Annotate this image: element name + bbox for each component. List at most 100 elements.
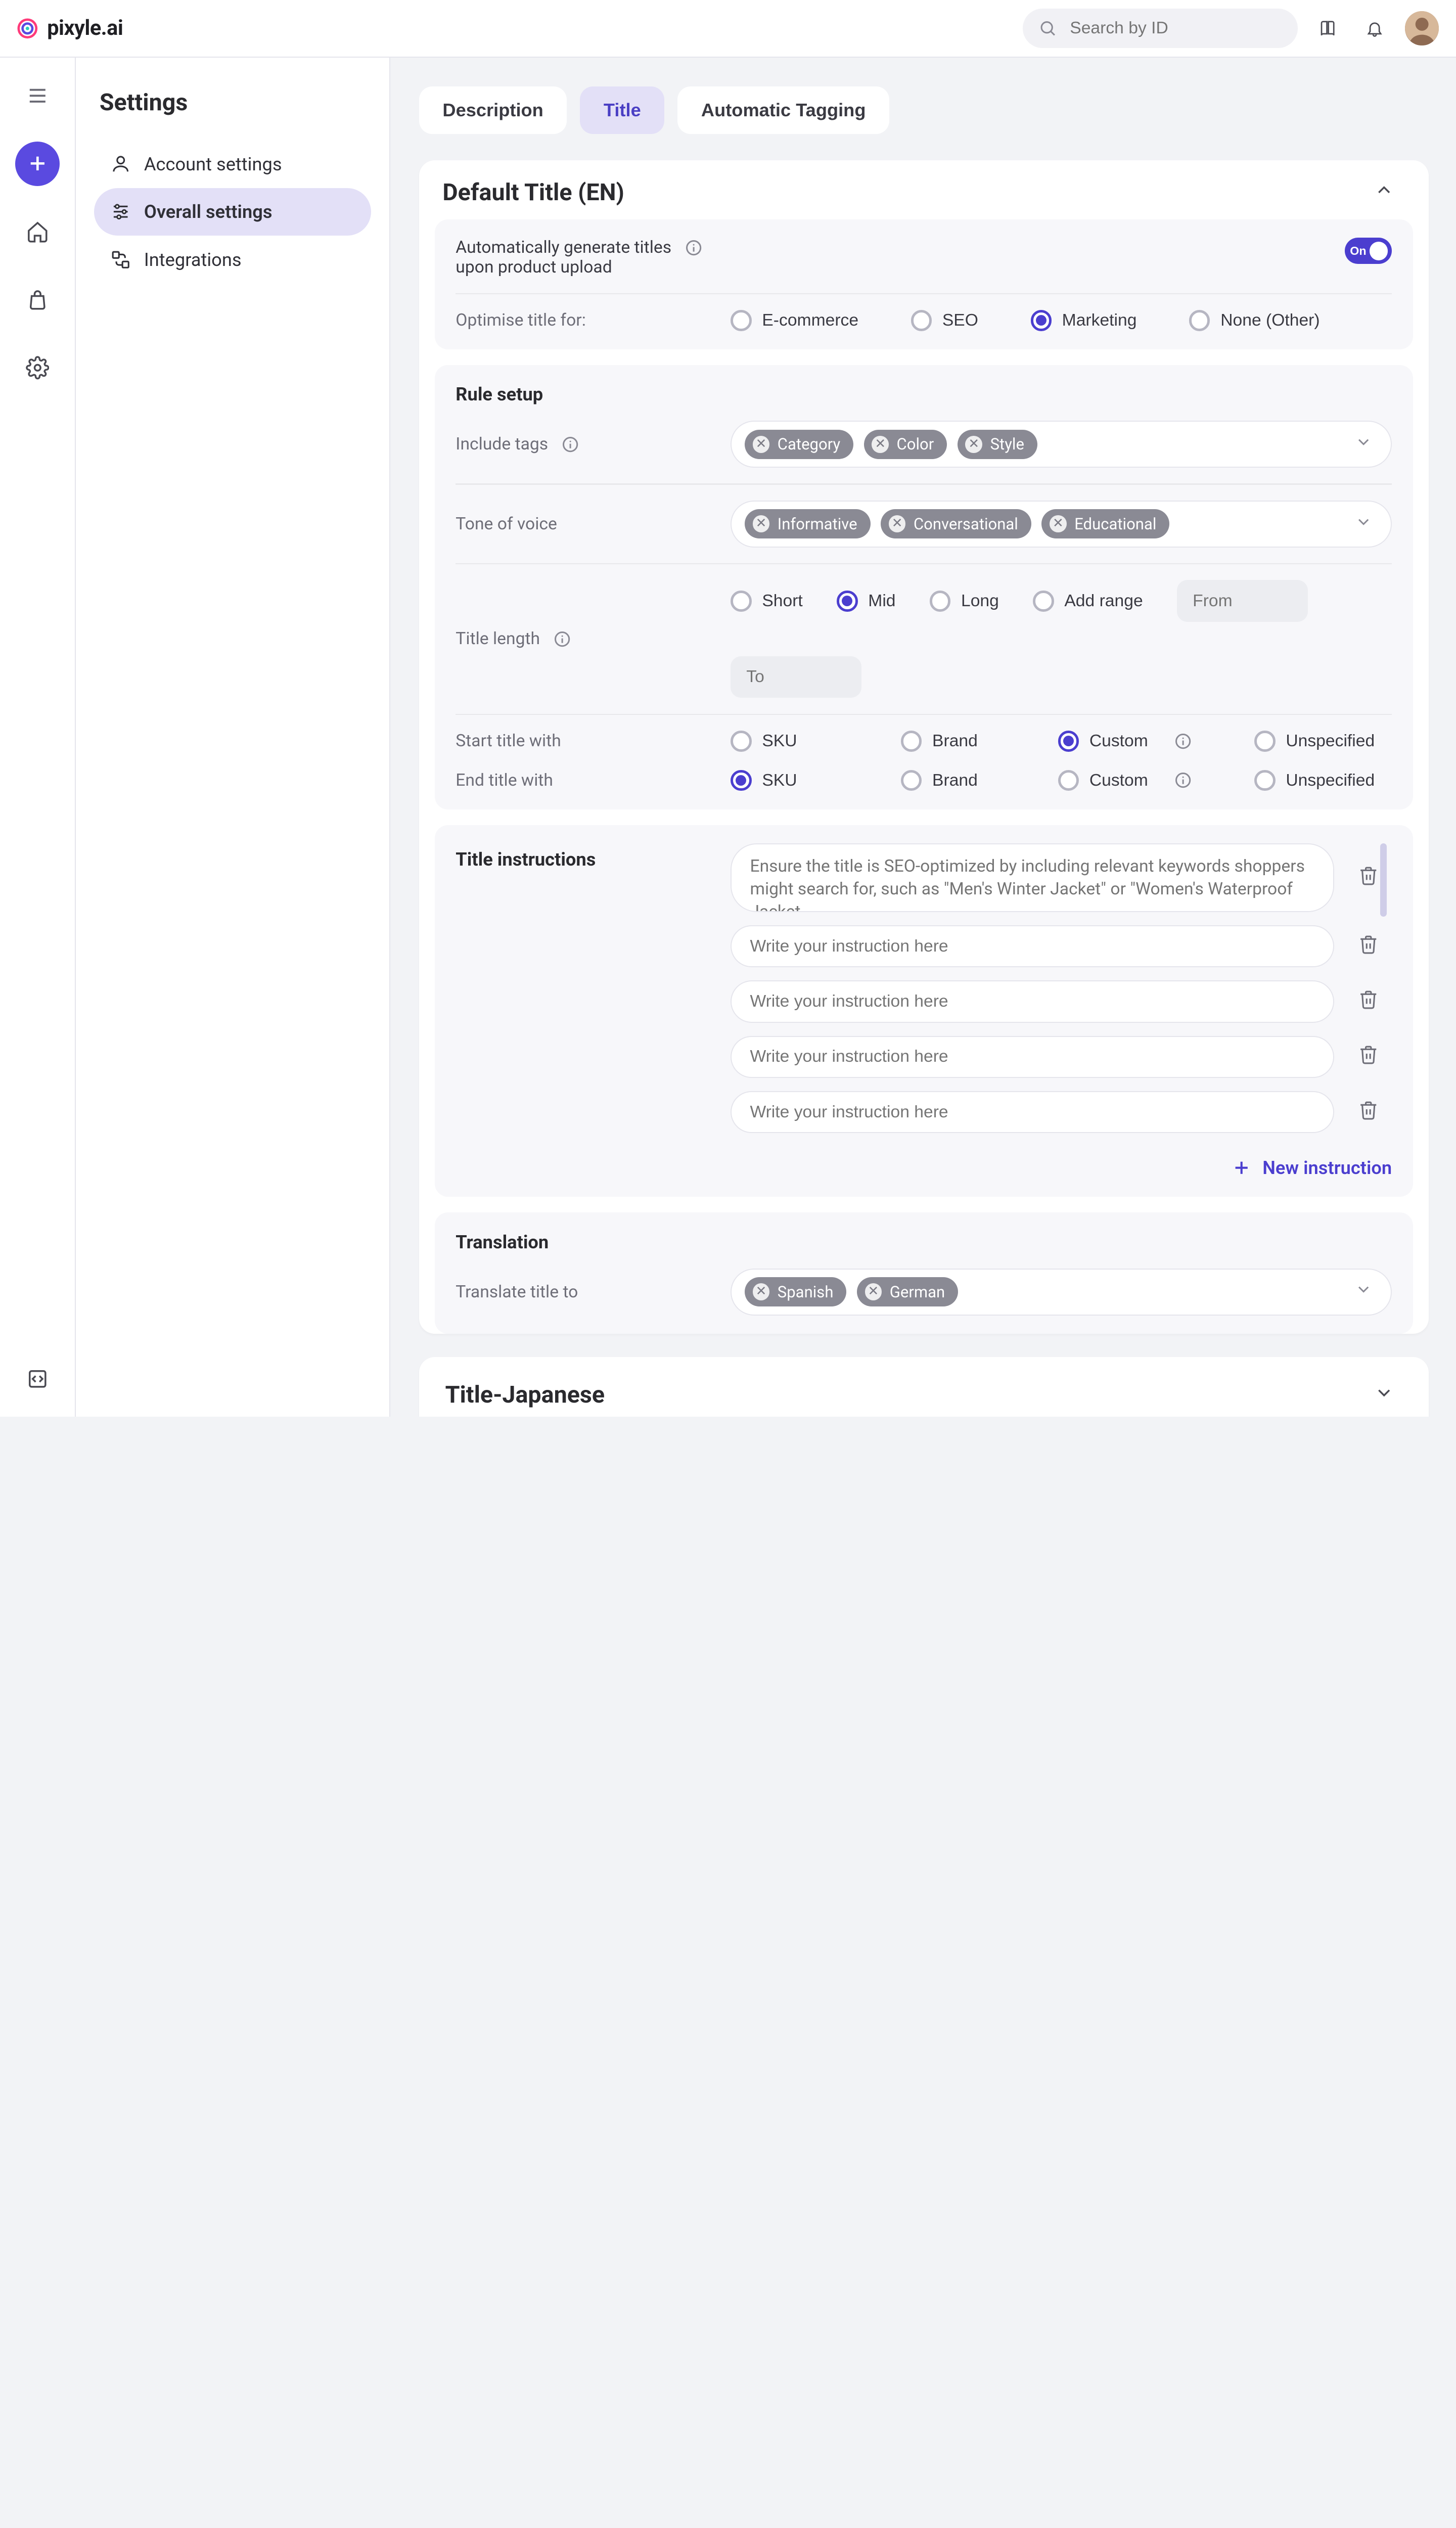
info-icon[interactable] xyxy=(1174,732,1192,750)
chip-remove[interactable]: ✕ xyxy=(753,436,770,453)
radio-label: Long xyxy=(961,592,999,611)
instruction-input[interactable] xyxy=(731,1091,1334,1133)
delete-instruction[interactable] xyxy=(1350,1043,1376,1071)
info-icon[interactable] xyxy=(1174,771,1192,789)
tab-description[interactable]: Description xyxy=(419,86,567,134)
instructions-heading: Title instructions xyxy=(456,848,731,870)
radio-label: Unspecified xyxy=(1286,771,1375,790)
bell-icon xyxy=(1366,17,1384,40)
chip-label: Spanish xyxy=(778,1283,834,1301)
chip: ✕Style xyxy=(958,430,1037,459)
search-field[interactable] xyxy=(1023,9,1298,48)
length-mid[interactable]: Mid xyxy=(837,591,895,611)
main-content: Description Title Automatic Tagging Defa… xyxy=(390,58,1456,1417)
chip-remove[interactable]: ✕ xyxy=(753,515,770,532)
delete-instruction[interactable] xyxy=(1350,932,1376,961)
range-to-input[interactable] xyxy=(731,656,861,698)
info-icon[interactable] xyxy=(685,239,703,257)
radio-label: None (Other) xyxy=(1220,311,1320,330)
avatar[interactable] xyxy=(1405,11,1439,45)
sidebar-item-integrations[interactable]: Integrations xyxy=(94,236,371,284)
search-icon xyxy=(1038,18,1057,38)
length-add-range[interactable]: Add range xyxy=(1033,591,1143,611)
range-from-input[interactable] xyxy=(1177,580,1308,622)
chip: ✕ Spanish xyxy=(745,1277,846,1306)
start-sku[interactable]: SKU xyxy=(731,731,901,751)
delete-instruction[interactable] xyxy=(1350,987,1376,1016)
chevron-down-icon[interactable] xyxy=(1354,513,1378,535)
chip-remove[interactable]: ✕ xyxy=(872,436,889,453)
api-button[interactable] xyxy=(15,1357,60,1401)
notifications-button[interactable] xyxy=(1358,11,1392,45)
chip-remove[interactable]: ✕ xyxy=(889,515,906,532)
products-button[interactable] xyxy=(15,278,60,322)
optimise-marketing[interactable]: Marketing xyxy=(1031,310,1137,331)
optimise-ecommerce[interactable]: E-commerce xyxy=(731,310,858,331)
tab-bar: Description Title Automatic Tagging xyxy=(419,86,1429,134)
home-button[interactable] xyxy=(15,209,60,254)
menu-button[interactable] xyxy=(15,73,60,118)
start-custom[interactable]: Custom xyxy=(1058,731,1255,751)
sidebar-item-overall[interactable]: Overall settings xyxy=(94,188,371,236)
end-brand[interactable]: Brand xyxy=(901,770,1058,791)
tone-field[interactable]: ✕Informative ✕Conversational ✕Educationa… xyxy=(731,501,1392,548)
instruction-input[interactable] xyxy=(731,843,1334,912)
auto-generate-label-2: upon product upload xyxy=(456,257,703,277)
length-long[interactable]: Long xyxy=(930,591,999,611)
include-tags-field[interactable]: ✕Category ✕Color ✕Style xyxy=(731,421,1392,468)
instruction-row xyxy=(731,980,1376,1022)
instruction-input[interactable] xyxy=(731,980,1334,1022)
radio-label: E-commerce xyxy=(762,311,858,330)
new-instruction-button[interactable]: New instruction xyxy=(456,1157,1392,1179)
chip: ✕Color xyxy=(864,430,947,459)
sidebar-item-label: Account settings xyxy=(144,153,282,175)
collapse-default-title[interactable] xyxy=(1366,178,1402,207)
plus-icon xyxy=(1231,1157,1252,1178)
optimise-none[interactable]: None (Other) xyxy=(1189,310,1320,331)
trash-icon xyxy=(1358,989,1379,1010)
brand-name: pixyle.ai xyxy=(47,16,123,40)
instruction-input[interactable] xyxy=(731,925,1334,967)
chevron-down-icon[interactable] xyxy=(1354,433,1378,456)
scrollbar-thumb[interactable] xyxy=(1380,843,1387,917)
chip-remove[interactable]: ✕ xyxy=(753,1283,770,1300)
search-input[interactable] xyxy=(1067,17,1282,39)
end-sku[interactable]: SKU xyxy=(731,770,901,791)
instruction-input[interactable] xyxy=(731,1036,1334,1078)
hamburger-icon xyxy=(26,84,50,108)
chevron-down-icon[interactable] xyxy=(1354,1280,1378,1303)
brand-target-icon xyxy=(16,17,39,40)
info-icon[interactable] xyxy=(561,435,579,454)
start-unspecified[interactable]: Unspecified xyxy=(1254,731,1375,751)
auto-generate-toggle[interactable]: On xyxy=(1345,238,1392,264)
rail-settings-button[interactable] xyxy=(15,346,60,390)
optimise-seo[interactable]: SEO xyxy=(911,310,978,331)
radio-label: Marketing xyxy=(1062,311,1137,330)
chip-remove[interactable]: ✕ xyxy=(1050,515,1067,532)
trash-icon xyxy=(1358,1100,1379,1120)
add-button[interactable] xyxy=(15,142,60,186)
end-unspecified[interactable]: Unspecified xyxy=(1254,770,1375,791)
sidebar-item-account[interactable]: Account settings xyxy=(94,140,371,188)
tab-title[interactable]: Title xyxy=(580,86,664,134)
delete-instruction[interactable] xyxy=(1350,1098,1376,1126)
chip-remove[interactable]: ✕ xyxy=(865,1283,882,1300)
chip: ✕German xyxy=(857,1277,958,1306)
start-brand[interactable]: Brand xyxy=(901,731,1058,751)
gear-icon xyxy=(26,356,50,380)
docs-button[interactable] xyxy=(1311,11,1345,45)
expand-japanese[interactable] xyxy=(1366,1381,1402,1409)
card-title-japanese: Title-Japanese xyxy=(419,1357,1429,1417)
bag-icon xyxy=(26,288,50,312)
chip-remove[interactable]: ✕ xyxy=(965,436,982,453)
title-length-label: Title length xyxy=(456,629,540,649)
chip: ✕Informative xyxy=(745,509,870,538)
end-custom[interactable]: Custom xyxy=(1058,770,1255,791)
plus-icon xyxy=(26,152,50,175)
delete-instruction[interactable] xyxy=(1350,864,1376,892)
info-icon[interactable] xyxy=(553,630,571,648)
tab-auto-tagging[interactable]: Automatic Tagging xyxy=(677,86,889,134)
length-short[interactable]: Short xyxy=(731,591,803,611)
integration-icon xyxy=(110,249,131,270)
translate-field[interactable]: ✕ Spanish ✕German xyxy=(731,1269,1392,1316)
